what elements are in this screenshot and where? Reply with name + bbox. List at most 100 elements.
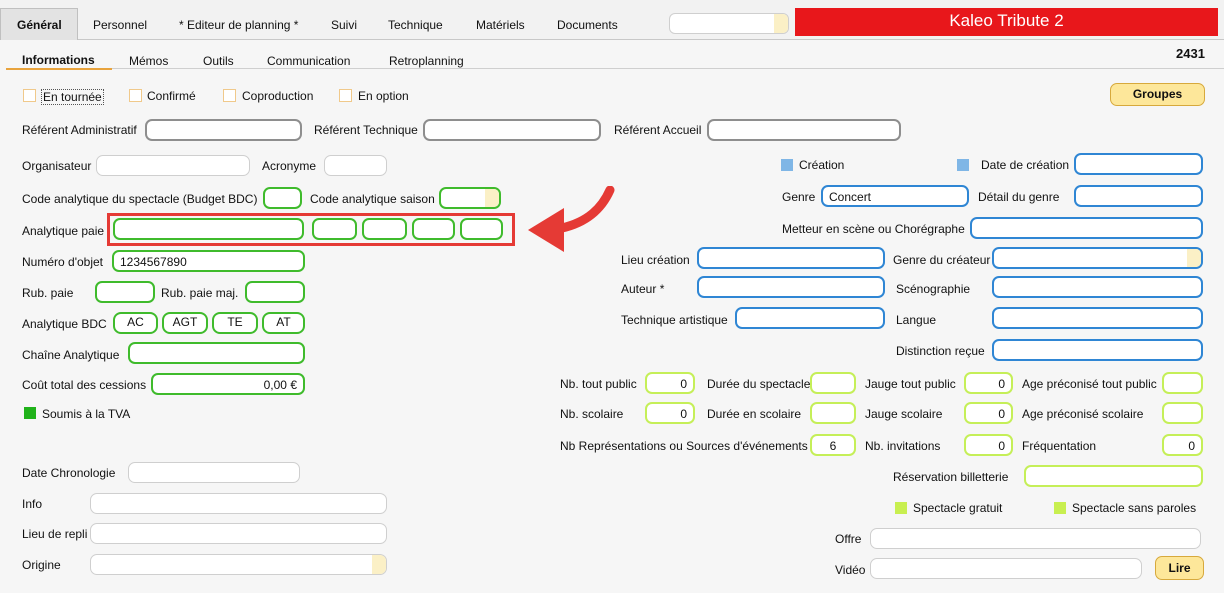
en-option-checkbox[interactable] [339,89,352,102]
spectacle-gratuit-label: Spectacle gratuit [913,501,1003,515]
tab-documents[interactable]: Documents [557,18,618,32]
cout-total-field[interactable]: 0,00 € [151,373,305,395]
tab-general-label[interactable]: Général [17,18,62,32]
bdc-code-te[interactable]: TE [212,312,258,334]
subtab-informations[interactable]: Informations [22,53,95,67]
origine-select[interactable] [90,554,387,575]
lieu-creation-field[interactable] [697,247,885,269]
age-scolaire-field[interactable] [1162,402,1203,424]
langue-field[interactable] [992,307,1203,329]
subtab-divider [112,68,1224,69]
rub-paie-maj-field[interactable] [245,281,305,303]
confirme-checkbox[interactable] [129,89,142,102]
auteur-label: Auteur * [621,282,665,296]
jauge-scolaire-label: Jauge scolaire [865,407,943,421]
nb-tout-public-field[interactable]: 0 [645,372,695,394]
tab-personnel[interactable]: Personnel [93,18,147,32]
distinction-field[interactable] [992,339,1203,361]
duree-scolaire-label: Durée en scolaire [707,407,802,421]
code-spectacle-field[interactable] [263,187,302,209]
technique-artistique-field[interactable] [735,307,885,329]
code-spectacle-label: Code analytique du spectacle (Budget BDC… [22,192,258,206]
rub-paie-field[interactable] [95,281,155,303]
tab-suivi[interactable]: Suivi [331,18,357,32]
code-saison-field[interactable] [439,187,501,209]
date-creation-label: Date de création [981,158,1070,172]
detail-genre-field[interactable] [1074,185,1203,207]
duree-scolaire-field[interactable] [810,402,856,424]
genre-createur-label: Genre du créateur [893,253,991,267]
nb-invitations-label: Nb. invitations [865,439,941,453]
analytique-paie-field-2[interactable] [312,218,357,240]
nb-scolaire-label: Nb. scolaire [560,407,624,421]
date-creation-marker [957,159,969,171]
chaine-analytique-field[interactable] [128,342,305,364]
numero-objet-field[interactable]: 1234567890 [112,250,305,272]
metteur-field[interactable] [970,217,1203,239]
red-arrow-icon [528,186,615,252]
en-option-label: En option [358,89,409,103]
genre-createur-arrow [1187,249,1201,267]
info-field[interactable] [90,493,387,514]
info-label: Info [22,497,43,511]
acronyme-field[interactable] [324,155,387,176]
code-saison-arrow [485,189,499,207]
analytique-bdc-label: Analytique BDC [22,317,107,331]
scenographie-label: Scénographie [896,282,971,296]
auteur-field[interactable] [697,276,885,298]
referent-technique-field[interactable] [423,119,601,141]
nb-scolaire-field[interactable]: 0 [645,402,695,424]
bdc-code-agt[interactable]: AGT [162,312,208,334]
jauge-tout-public-field[interactable]: 0 [964,372,1013,394]
en-tournee-checkbox[interactable] [23,89,36,102]
record-number: 2431 [1176,46,1205,61]
nb-representations-label: Nb Représentations ou Sources d'événemen… [560,439,808,453]
creation-checkbox[interactable] [781,159,793,171]
soumis-tva-checkbox[interactable] [24,407,36,419]
reservation-field[interactable] [1024,465,1203,487]
tab-editeur-planning[interactable]: * Editeur de planning * [179,18,298,32]
analytique-paie-field-3[interactable] [362,218,407,240]
referent-technique-label: Référent Technique [314,123,418,137]
date-chronologie-label: Date Chronologie [22,466,116,480]
subtab-outils[interactable]: Outils [203,54,234,68]
spectacle-gratuit-checkbox[interactable] [895,502,907,514]
video-field[interactable] [870,558,1142,579]
lieu-repli-field[interactable] [90,523,387,544]
organisateur-field[interactable] [96,155,250,176]
tab-materiels[interactable]: Matériels [476,18,525,32]
referent-administratif-field[interactable] [145,119,302,141]
bdc-code-ac[interactable]: AC [113,312,158,334]
jauge-scolaire-field[interactable]: 0 [964,402,1013,424]
frequentation-field[interactable]: 0 [1162,434,1203,456]
scenographie-field[interactable] [992,276,1203,298]
nb-representations-field[interactable]: 6 [810,434,856,456]
analytique-paie-field-5[interactable] [460,218,503,240]
bdc-code-at[interactable]: AT [262,312,305,334]
subtab-retroplanning[interactable]: Retroplanning [389,54,464,68]
analytique-paie-field-1[interactable] [113,218,304,240]
acronyme-label: Acronyme [262,159,317,173]
genre-createur-select[interactable] [992,247,1203,269]
rub-paie-label: Rub. paie [22,286,74,300]
spectacle-sans-paroles-checkbox[interactable] [1054,502,1066,514]
lire-button[interactable]: Lire [1155,556,1204,580]
langue-label: Langue [896,313,937,327]
genre-field[interactable]: Concert [821,185,969,207]
date-chronologie-field[interactable] [128,462,300,483]
tab-technique[interactable]: Technique [388,18,443,32]
nb-invitations-field[interactable]: 0 [964,434,1013,456]
coproduction-checkbox[interactable] [223,89,236,102]
age-tout-public-field[interactable] [1162,372,1203,394]
duree-spectacle-field[interactable] [810,372,856,394]
offre-field[interactable] [870,528,1201,549]
analytique-paie-field-4[interactable] [412,218,455,240]
subtab-communication[interactable]: Communication [267,54,350,68]
analytique-paie-label: Analytique paie [22,224,105,238]
subtab-memos[interactable]: Mémos [129,54,168,68]
tab-bar-select[interactable] [669,13,789,34]
date-creation-field[interactable] [1074,153,1203,175]
groupes-button[interactable]: Groupes [1110,83,1205,106]
jauge-tout-public-label: Jauge tout public [865,377,956,391]
referent-accueil-field[interactable] [707,119,901,141]
